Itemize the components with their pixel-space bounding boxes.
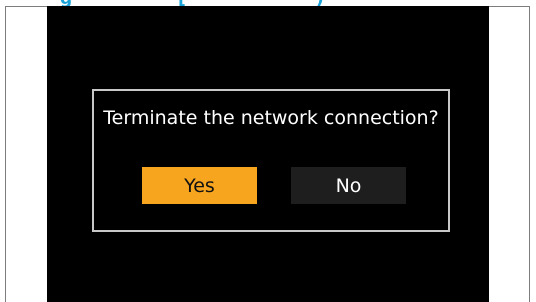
camera-screen: Terminate the network connection? Yes No	[47, 6, 489, 302]
yes-button-label: Yes	[184, 174, 215, 197]
no-button[interactable]: No	[291, 167, 406, 204]
dialog-message: Terminate the network connection?	[103, 107, 439, 129]
confirmation-dialog: Terminate the network connection? Yes No	[92, 89, 450, 232]
no-button-label: No	[335, 174, 362, 197]
yes-button[interactable]: Yes	[142, 167, 257, 204]
page: g [ ) Terminate the network connection? …	[0, 0, 536, 302]
